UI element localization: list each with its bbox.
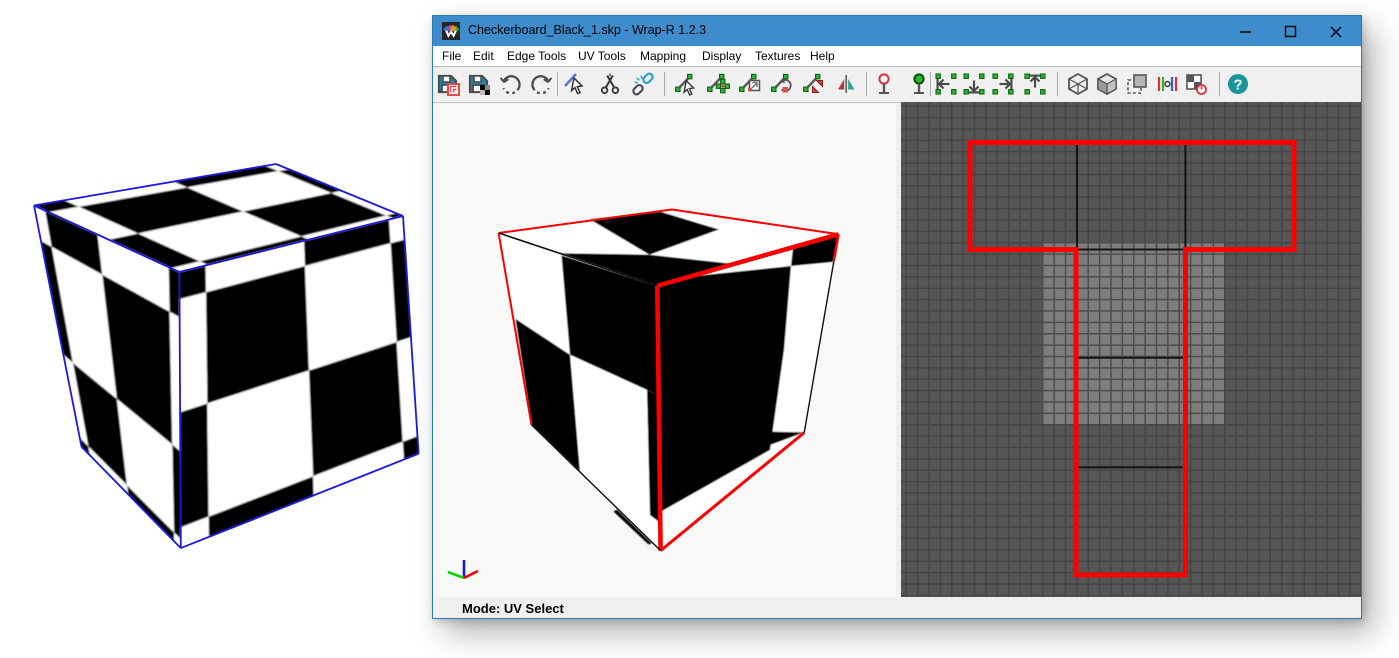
svg-text:?: ? — [1233, 77, 1242, 94]
